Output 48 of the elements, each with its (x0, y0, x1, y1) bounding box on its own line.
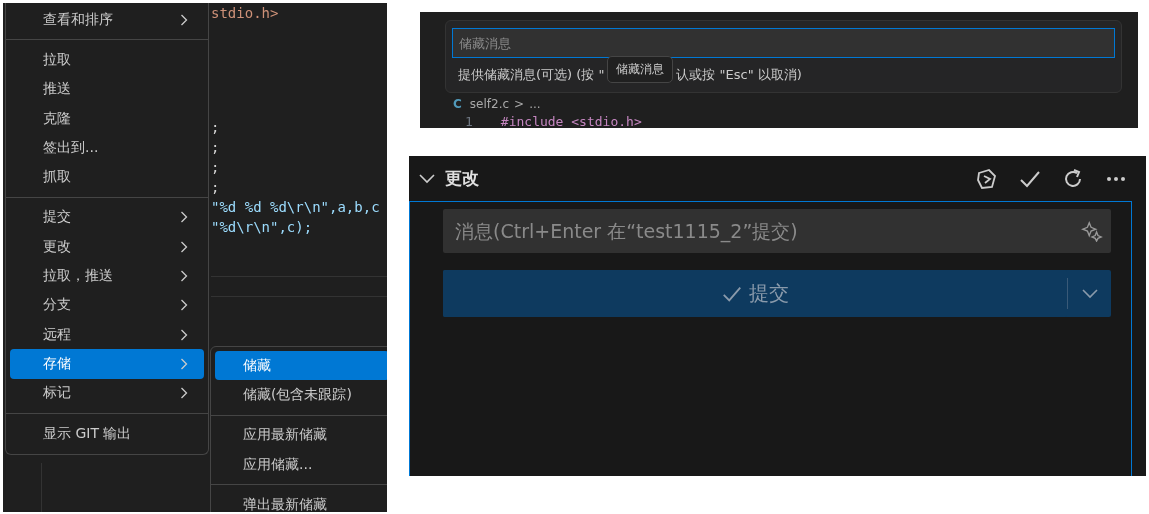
chevron-right-icon (180, 328, 188, 341)
code-line: "%d\r\n",c); (211, 218, 314, 237)
input-field[interactable]: 储藏消息 (452, 28, 1115, 58)
chevron-down-icon[interactable] (419, 173, 435, 184)
code-line: ; (211, 118, 221, 137)
menu-item[interactable]: 更改 (10, 232, 204, 262)
tooltip: 储藏消息 (607, 55, 674, 83)
breadcrumb-item[interactable]: self2.c (469, 97, 510, 111)
menu-item[interactable]: 提交 (10, 202, 204, 233)
chevron-down-icon (1081, 288, 1098, 299)
code-line: ; (211, 158, 221, 177)
chevron-right-icon (180, 270, 188, 282)
menu-item[interactable]: 拉取，推送 (10, 261, 204, 291)
chevron-right-icon (180, 357, 188, 370)
menu-item[interactable]: 拉取 (10, 45, 204, 75)
menu-item[interactable]: 弹出最新储藏 (215, 490, 387, 512)
section-title: 更改 (445, 167, 479, 190)
code-line: ; (211, 138, 221, 157)
menu-item[interactable]: 远程 (10, 319, 204, 350)
chevron-right-icon (180, 387, 188, 400)
breadcrumb-separator: > (514, 97, 525, 111)
hint-text: 提供储藏消息(可选) (按 " (458, 66, 605, 84)
menu-item[interactable]: 克隆 (10, 103, 204, 134)
menu-item[interactable]: 推送 (10, 74, 204, 104)
menu-item[interactable]: 抓取 (10, 162, 204, 192)
menu-item[interactable]: 储藏(包含未跟踪) (215, 380, 387, 410)
chevron-right-icon (180, 13, 188, 26)
chevron-right-icon (180, 299, 188, 312)
breadcrumb-item[interactable]: ... (529, 97, 541, 111)
hint-text: 认或按 "Esc" 以取消) (676, 66, 802, 84)
menu-item[interactable]: 分支 (10, 290, 204, 320)
code-line: ; (211, 178, 221, 197)
chevron-right-icon (180, 211, 188, 224)
message-field[interactable]: 消息(Ctrl+Enter 在“test1115_2”提交) (443, 209, 1111, 253)
menu-item[interactable]: 标记 (10, 378, 204, 408)
menu-item[interactable]: 存储 (10, 349, 204, 379)
chevron-right-icon (180, 240, 188, 253)
menu-item[interactable]: 签出到... (10, 133, 204, 163)
menu-item[interactable]: 查看和排序 (10, 5, 204, 35)
menu-item[interactable]: 应用储藏... (215, 449, 387, 480)
code-line: stdio.h> (211, 4, 280, 23)
menu-item[interactable]: 储藏 (215, 351, 387, 381)
code-line: "%d %d %d\r\n",a,b,c (211, 198, 381, 217)
menu-item[interactable]: 显示 GIT 输出 (10, 418, 204, 449)
menu-item[interactable]: 应用最新储藏 (215, 420, 387, 450)
line-number: 1 (465, 114, 473, 128)
code-line: #include <stdio.h> (500, 114, 642, 128)
c-file-icon: C (453, 97, 462, 111)
